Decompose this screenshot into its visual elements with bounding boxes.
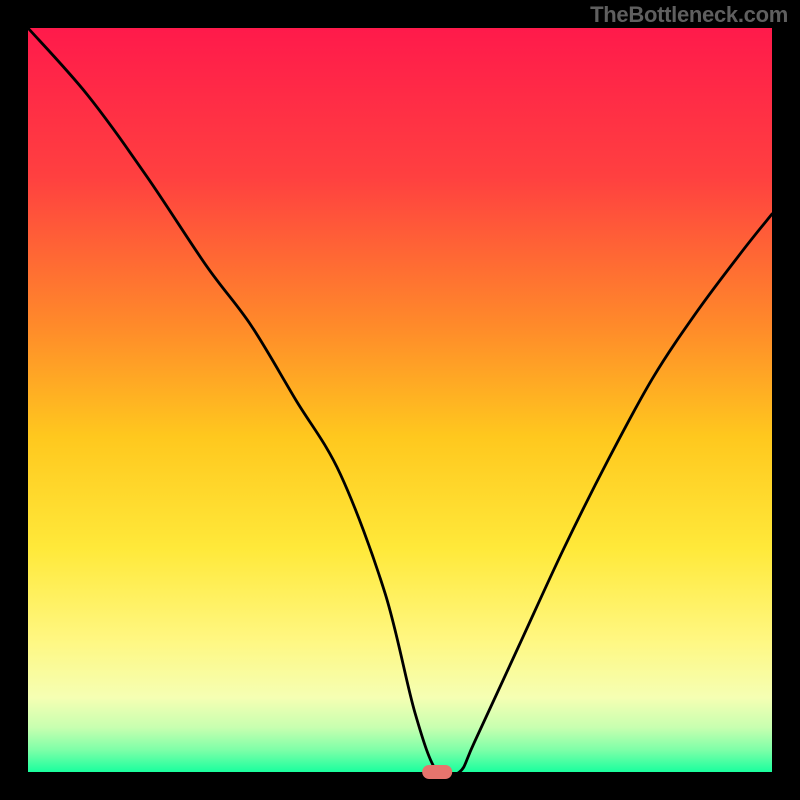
chart-container: TheBottleneck.com (0, 0, 800, 800)
plot-background (28, 28, 772, 772)
attribution-label: TheBottleneck.com (590, 2, 788, 28)
optimum-marker (422, 765, 452, 779)
bottleneck-chart (0, 0, 800, 800)
